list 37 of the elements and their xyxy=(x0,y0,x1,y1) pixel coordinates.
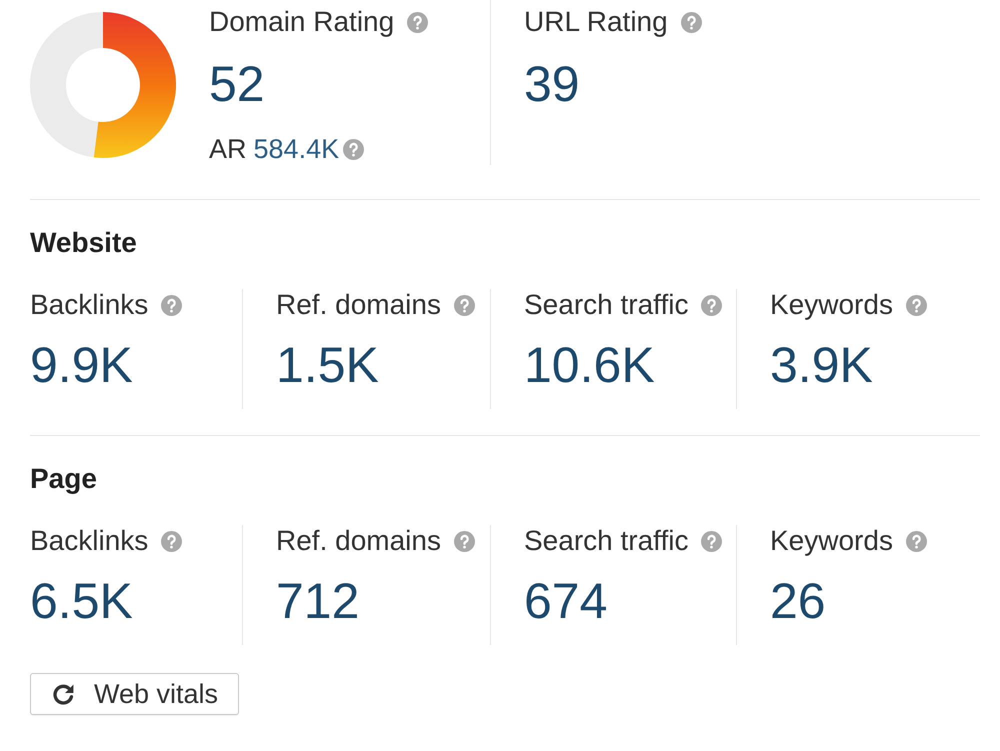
help-icon[interactable] xyxy=(407,12,428,32)
metric-value: 52 xyxy=(209,56,266,112)
refresh-icon xyxy=(51,682,76,706)
metric-value: 674 xyxy=(524,573,608,629)
metric-label: Keywords xyxy=(770,525,893,557)
metric-value: 39 xyxy=(524,56,581,112)
metric-label: Ref. domains xyxy=(276,289,441,321)
section-heading: Page xyxy=(30,463,98,495)
metric-label: Backlinks xyxy=(30,289,148,321)
help-icon[interactable] xyxy=(906,530,927,552)
metric-value: 6.5K xyxy=(30,573,134,629)
ar-value-link[interactable]: 584.4K xyxy=(254,133,340,165)
metric-label: Ref. domains xyxy=(276,525,441,557)
metric-value: 9.9K xyxy=(30,337,134,393)
help-icon[interactable] xyxy=(701,294,722,316)
metric-label: Search traffic xyxy=(524,525,688,557)
metric-label: URL Rating xyxy=(524,6,668,38)
help-icon[interactable] xyxy=(680,12,702,32)
section-heading: Website xyxy=(30,227,138,259)
metric-value: 3.9K xyxy=(770,337,874,393)
metric-label: Search traffic xyxy=(524,289,688,321)
help-icon[interactable] xyxy=(161,294,182,316)
help-icon[interactable] xyxy=(161,530,182,552)
metric-value: 712 xyxy=(276,573,360,629)
metric-value: 1.5K xyxy=(276,337,380,393)
ar-label: AR xyxy=(209,133,247,165)
metric-label: Keywords xyxy=(770,289,893,321)
metric-value: 26 xyxy=(770,573,827,629)
metric-label: Domain Rating xyxy=(209,6,394,38)
help-icon[interactable] xyxy=(454,530,475,552)
help-icon[interactable] xyxy=(701,530,722,552)
help-icon[interactable] xyxy=(454,294,475,316)
metric-value: 10.6K xyxy=(524,337,656,393)
web-vitals-button[interactable]: Web vitals xyxy=(30,673,240,715)
help-icon[interactable] xyxy=(906,294,927,316)
help-icon[interactable] xyxy=(343,138,364,160)
metric-label: Backlinks xyxy=(30,525,148,557)
